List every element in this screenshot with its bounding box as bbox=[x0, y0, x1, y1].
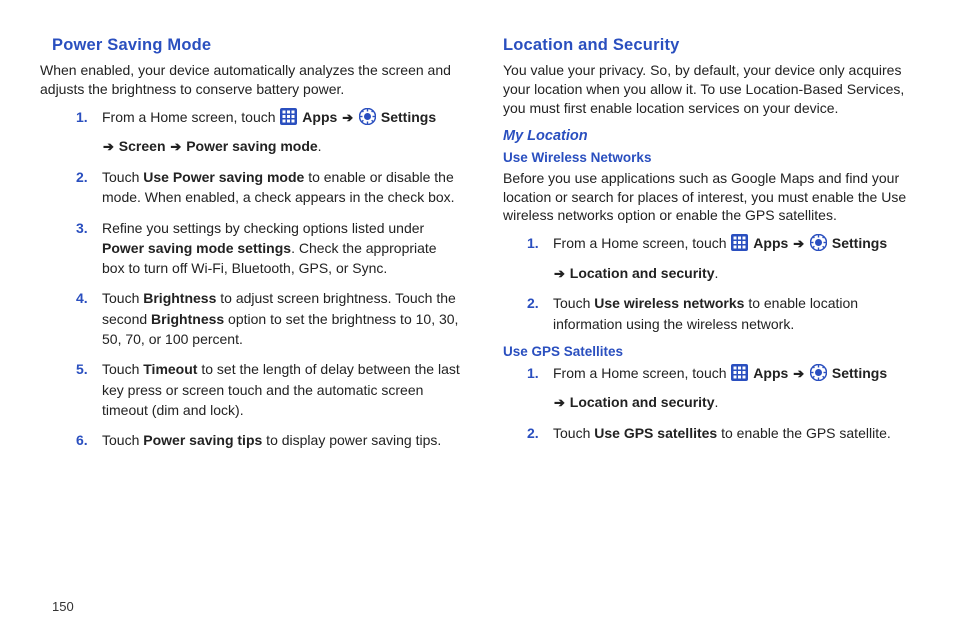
arrow-icon: ➔ bbox=[342, 109, 353, 128]
screen-label: Screen bbox=[119, 138, 166, 154]
apps-label: Apps bbox=[302, 109, 337, 125]
settings-icon bbox=[810, 364, 827, 386]
step-text: Touch bbox=[102, 361, 143, 377]
settings-label: Settings bbox=[832, 365, 887, 381]
step-text: to enable the GPS satellite. bbox=[717, 425, 891, 441]
bold-term: Use wireless networks bbox=[594, 295, 744, 311]
page: Power Saving Mode When enabled, your dev… bbox=[0, 0, 954, 636]
step-text: to display power saving tips. bbox=[262, 432, 441, 448]
columns: Power Saving Mode When enabled, your dev… bbox=[52, 36, 914, 460]
step-text: Touch bbox=[102, 432, 143, 448]
step-text: From a Home screen, touch bbox=[553, 235, 730, 251]
bold-term: Use Power saving mode bbox=[143, 169, 304, 185]
wireless-intro: Before you use applications such as Goog… bbox=[503, 169, 914, 226]
subheading-my-location: My Location bbox=[503, 128, 914, 144]
bold-term: Power saving tips bbox=[143, 432, 262, 448]
left-column: Power Saving Mode When enabled, your dev… bbox=[52, 36, 463, 460]
step-text: From a Home screen, touch bbox=[102, 109, 279, 125]
arrow-icon: ➔ bbox=[103, 138, 114, 157]
bold-term: Power saving mode settings bbox=[102, 240, 291, 256]
arrow-icon: ➔ bbox=[554, 394, 565, 413]
step-text: Touch bbox=[102, 290, 143, 306]
step-text: Touch bbox=[553, 295, 594, 311]
intro-paragraph: You value your privacy. So, by default, … bbox=[503, 61, 914, 118]
apps-icon bbox=[731, 234, 748, 256]
arrow-icon: ➔ bbox=[793, 235, 804, 254]
subheading-use-wireless: Use Wireless Networks bbox=[503, 150, 914, 165]
apps-icon bbox=[280, 108, 297, 130]
step-text: From a Home screen, touch bbox=[553, 365, 730, 381]
power-saving-steps: From a Home screen, touch Apps ➔ Setting… bbox=[52, 107, 463, 451]
step-text: Refine you settings by checking options … bbox=[102, 220, 424, 236]
bold-term: Brightness bbox=[151, 311, 224, 327]
arrow-icon: ➔ bbox=[170, 138, 181, 157]
list-item: From a Home screen, touch Apps ➔ Setting… bbox=[102, 107, 463, 157]
list-item: Touch Brightness to adjust screen bright… bbox=[102, 288, 463, 349]
step-continuation: ➔ Location and security. bbox=[553, 263, 914, 284]
right-column: Location and Security You value your pri… bbox=[503, 36, 914, 460]
list-item: Touch Use GPS satellites to enable the G… bbox=[553, 423, 914, 443]
arrow-icon: ➔ bbox=[793, 365, 804, 384]
list-item: From a Home screen, touch Apps ➔ Setting… bbox=[553, 363, 914, 413]
settings-label: Settings bbox=[381, 109, 436, 125]
list-item: Touch Power saving tips to display power… bbox=[102, 430, 463, 450]
list-item: From a Home screen, touch Apps ➔ Setting… bbox=[553, 233, 914, 283]
apps-label: Apps bbox=[753, 365, 788, 381]
location-security-label: Location and security bbox=[570, 394, 715, 410]
settings-label: Settings bbox=[832, 235, 887, 251]
gps-steps: From a Home screen, touch Apps ➔ Setting… bbox=[503, 363, 914, 443]
list-item: Touch Use Power saving mode to enable or… bbox=[102, 167, 463, 208]
apps-label: Apps bbox=[753, 235, 788, 251]
apps-icon bbox=[731, 364, 748, 386]
heading-power-saving-mode: Power Saving Mode bbox=[52, 36, 463, 55]
intro-paragraph: When enabled, your device automatically … bbox=[40, 61, 463, 99]
step-text: Touch bbox=[102, 169, 143, 185]
wireless-steps: From a Home screen, touch Apps ➔ Setting… bbox=[503, 233, 914, 334]
arrow-icon: ➔ bbox=[554, 265, 565, 284]
bold-term: Brightness bbox=[143, 290, 216, 306]
subheading-use-gps: Use GPS Satellites bbox=[503, 344, 914, 359]
list-item: Refine you settings by checking options … bbox=[102, 218, 463, 279]
bold-term: Use GPS satellites bbox=[594, 425, 717, 441]
heading-location-security: Location and Security bbox=[503, 36, 914, 55]
step-continuation: ➔ Location and security. bbox=[553, 392, 914, 413]
list-item: Touch Use wireless networks to enable lo… bbox=[553, 293, 914, 334]
settings-icon bbox=[359, 108, 376, 130]
bold-term: Timeout bbox=[143, 361, 197, 377]
page-number: 150 bbox=[52, 599, 74, 614]
list-item: Touch Timeout to set the length of delay… bbox=[102, 359, 463, 420]
location-security-label: Location and security bbox=[570, 265, 715, 281]
settings-icon bbox=[810, 234, 827, 256]
power-saving-mode-label: Power saving mode bbox=[186, 138, 317, 154]
step-continuation: ➔ Screen ➔ Power saving mode. bbox=[102, 136, 463, 157]
step-text: Touch bbox=[553, 425, 594, 441]
